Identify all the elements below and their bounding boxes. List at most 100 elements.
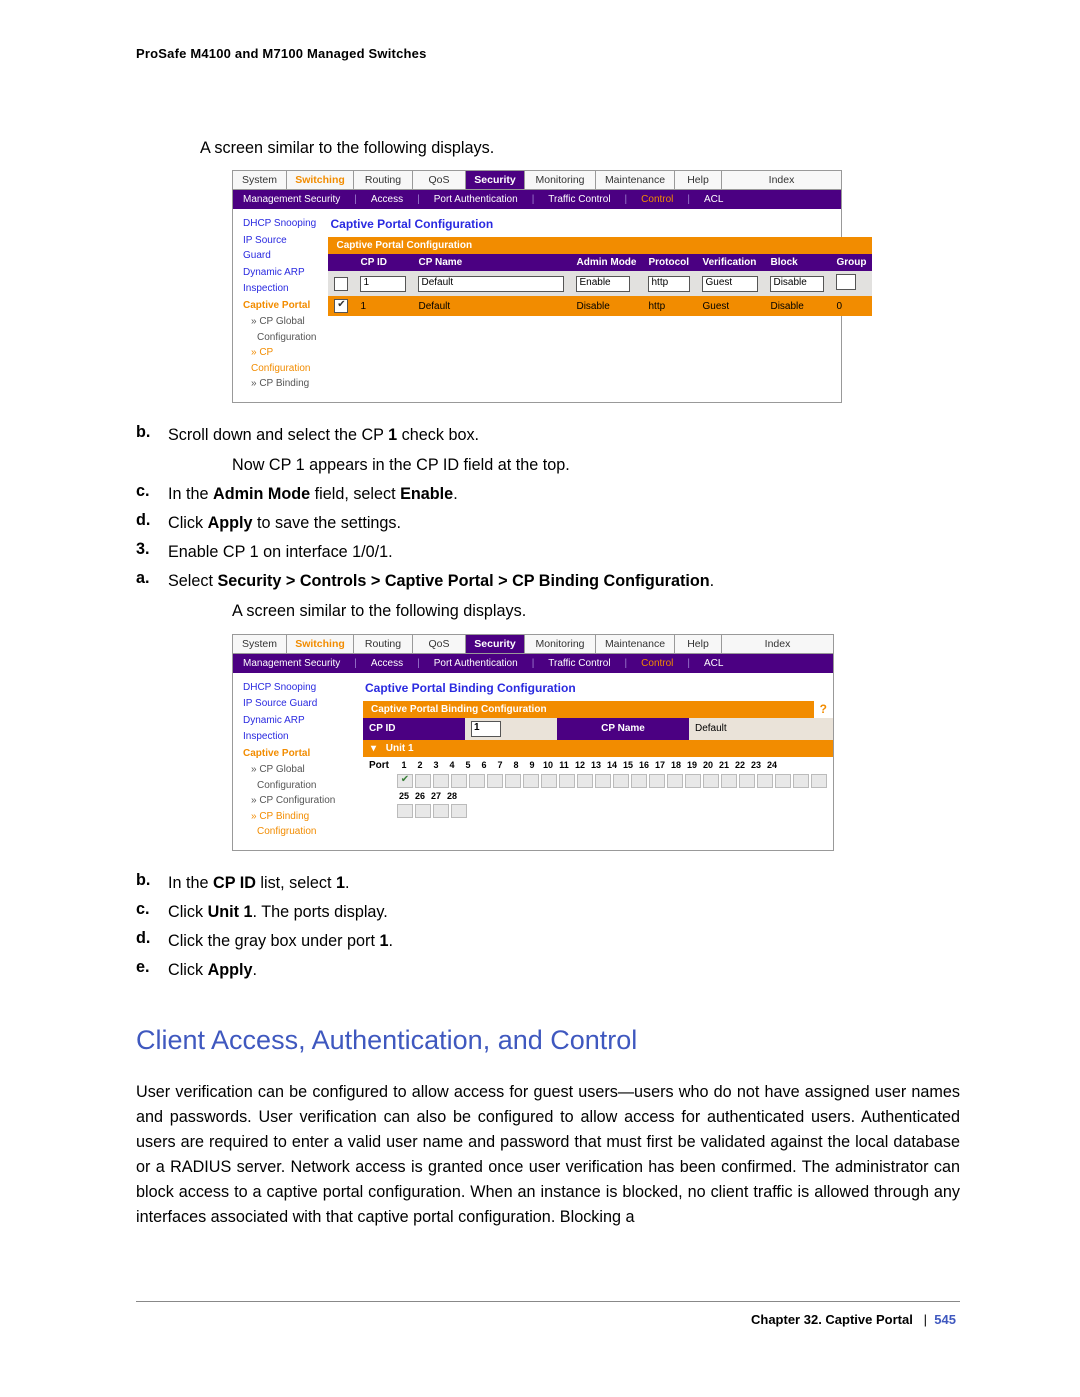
tab-security[interactable]: Security (466, 171, 525, 189)
port-box-9[interactable] (541, 774, 557, 788)
step-3a-follow: A screen similar to the following displa… (232, 600, 960, 623)
port-box-19[interactable] (721, 774, 737, 788)
col-cpname: CP Name (412, 254, 570, 271)
sidebar-item-cpconfig[interactable]: » CP Configuration (251, 793, 351, 809)
sidebar-item-insp[interactable]: Inspection (243, 281, 316, 297)
help-icon[interactable]: ? (820, 702, 827, 716)
port-box-2[interactable] (415, 774, 431, 788)
tab-maintenance[interactable]: Maintenance (596, 171, 675, 189)
sidebar-item-ipsg[interactable]: IP Source Guard (243, 696, 351, 712)
port-box-10[interactable] (559, 774, 575, 788)
tab-security[interactable]: Security (466, 635, 525, 653)
sidebar-item-cpbinding[interactable]: » CP Binding (251, 378, 309, 389)
port-box-18[interactable] (703, 774, 719, 788)
port-box-13[interactable] (613, 774, 629, 788)
sidebar-item-insp[interactable]: Inspection (243, 729, 351, 745)
port-box-25[interactable] (397, 804, 413, 818)
port-box-17[interactable] (685, 774, 701, 788)
subtab-access[interactable]: Access (371, 658, 403, 669)
port-label: Port (369, 760, 391, 771)
sidebar-item-darp[interactable]: Dynamic ARP (243, 713, 351, 729)
port-box-7[interactable] (505, 774, 521, 788)
subtab-acl[interactable]: ACL (704, 658, 723, 669)
tab-switching[interactable]: Switching (287, 171, 354, 189)
port-box-3[interactable] (433, 774, 449, 788)
sidebar-item-cpconfig[interactable]: » CP Configuration (251, 345, 316, 376)
port-box-14[interactable] (631, 774, 647, 788)
sidebar-item-cpglobal[interactable]: » CP Global (251, 316, 305, 327)
subtab-mgmt[interactable]: Management Security (243, 194, 340, 205)
port-box-5[interactable] (469, 774, 485, 788)
tab-qos[interactable]: QoS (413, 635, 466, 653)
port-box-28[interactable] (451, 804, 467, 818)
subtab-acl[interactable]: ACL (704, 194, 723, 205)
admin-select[interactable]: Enable (576, 276, 630, 292)
cpid-select[interactable]: 1 (360, 276, 406, 292)
subtab-control[interactable]: Control (641, 658, 673, 669)
tab-system[interactable]: System (233, 171, 287, 189)
subtab-access[interactable]: Access (371, 194, 403, 205)
step-3: 3. Enable CP 1 on interface 1/0/1. (136, 540, 960, 565)
step-3b: b. In the CP ID list, select 1. (136, 871, 960, 896)
tab-qos[interactable]: QoS (413, 171, 466, 189)
row-checkbox-top[interactable] (334, 277, 348, 291)
sidebar-item-dhcp[interactable]: DHCP Snooping (243, 216, 316, 232)
section-bar: Captive Portal Configuration (328, 237, 872, 254)
tab-index[interactable]: Index (722, 171, 841, 189)
port-box-23[interactable] (793, 774, 809, 788)
footer-rule (136, 1301, 960, 1302)
tab-system[interactable]: System (233, 635, 287, 653)
port-box-21[interactable] (757, 774, 773, 788)
subtab-portauth[interactable]: Port Authentication (434, 658, 518, 669)
port-box-26[interactable] (415, 804, 431, 818)
sidebar-item-ipsg[interactable]: IP Source Guard (243, 233, 316, 264)
unit-label[interactable]: Unit 1 (386, 743, 414, 754)
group-select[interactable] (836, 274, 856, 290)
port-box-11[interactable] (577, 774, 593, 788)
step-c: c. In the Admin Mode field, select Enabl… (136, 482, 960, 507)
cpname-input[interactable]: Default (418, 276, 564, 292)
subtab-traffic[interactable]: Traffic Control (548, 194, 610, 205)
tab-help[interactable]: Help (675, 171, 722, 189)
subtab-mgmt[interactable]: Management Security (243, 658, 340, 669)
subtab-portauth[interactable]: Port Authentication (434, 194, 518, 205)
step-3e: e. Click Apply. (136, 958, 960, 983)
cpid-select[interactable]: 1 (471, 721, 501, 737)
port-box-22[interactable] (775, 774, 791, 788)
block-select[interactable]: Disable (770, 276, 824, 292)
tab-monitoring[interactable]: Monitoring (525, 635, 596, 653)
subtab-traffic[interactable]: Traffic Control (548, 658, 610, 669)
tab-switching[interactable]: Switching (287, 635, 354, 653)
sidebar-item-captive-portal[interactable]: Captive Portal (243, 298, 316, 314)
tab-routing[interactable]: Routing (354, 635, 413, 653)
port-box-20[interactable] (739, 774, 755, 788)
cell-proto: http (642, 296, 696, 316)
tab-routing[interactable]: Routing (354, 171, 413, 189)
tab-maintenance[interactable]: Maintenance (596, 635, 675, 653)
tab-monitoring[interactable]: Monitoring (525, 171, 596, 189)
port-box-8[interactable] (523, 774, 539, 788)
sidebar-item-dhcp[interactable]: DHCP Snooping (243, 680, 351, 696)
port-box-12[interactable] (595, 774, 611, 788)
port-box-4[interactable] (451, 774, 467, 788)
port-box-15[interactable] (649, 774, 665, 788)
port-box-1[interactable] (397, 774, 413, 788)
step-3a: a. Select Security > Controls > Captive … (136, 569, 960, 594)
sidebar-item-cpbinding[interactable]: » CP Binding (251, 809, 351, 825)
verif-select[interactable]: Guest (702, 276, 758, 292)
sidebar-item-cpglobal[interactable]: » CP Global (251, 764, 305, 775)
port-box-6[interactable] (487, 774, 503, 788)
tab-help[interactable]: Help (675, 635, 722, 653)
tab-index[interactable]: Index (722, 635, 833, 653)
cell-cpname: Default (412, 296, 570, 316)
port-box-16[interactable] (667, 774, 683, 788)
proto-select[interactable]: http (648, 276, 690, 292)
section-heading: Client Access, Authentication, and Contr… (136, 1025, 960, 1056)
sidebar-item-captive-portal[interactable]: Captive Portal (243, 746, 351, 762)
port-box-24[interactable] (811, 774, 827, 788)
port-box-27[interactable] (433, 804, 449, 818)
col-proto: Protocol (642, 254, 696, 271)
subtab-control[interactable]: Control (641, 194, 673, 205)
sidebar-item-darp[interactable]: Dynamic ARP (243, 265, 316, 281)
row-checkbox-1[interactable] (334, 299, 348, 313)
